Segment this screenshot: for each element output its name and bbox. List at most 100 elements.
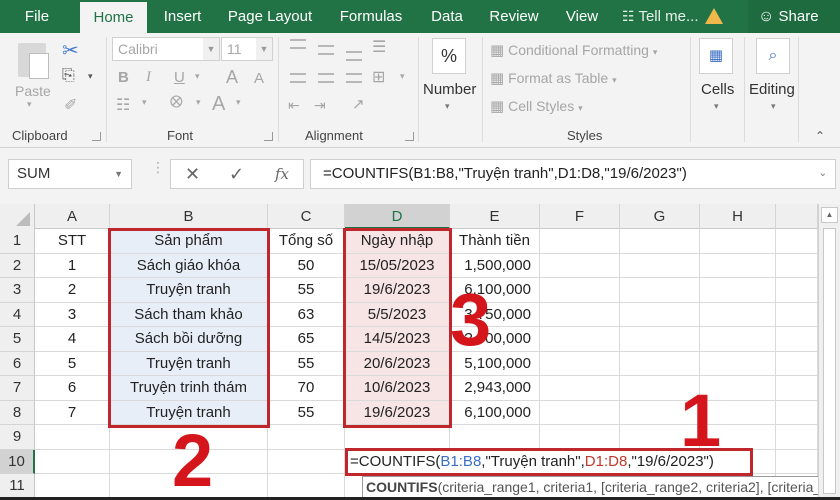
cell-b6[interactable]: Truyện tranh bbox=[110, 351, 268, 376]
cell-c5[interactable]: 65 bbox=[268, 327, 345, 352]
cell-d3[interactable]: 19/6/2023 bbox=[345, 278, 450, 303]
format-as-table-button[interactable]: ▦ Format as Table ▾ bbox=[490, 69, 617, 87]
cell-g4[interactable] bbox=[620, 302, 700, 327]
column-header-a[interactable]: A bbox=[35, 204, 110, 229]
row-header-1[interactable]: 1 bbox=[0, 229, 35, 254]
cell-a8[interactable]: 7 bbox=[35, 400, 110, 425]
cell-c10[interactable] bbox=[268, 449, 345, 474]
share-button[interactable]: ☺ Share bbox=[748, 0, 840, 33]
select-all-button[interactable] bbox=[0, 204, 35, 229]
cell-f4[interactable] bbox=[540, 302, 620, 327]
cells-dropdown-icon[interactable]: ▾ bbox=[714, 101, 719, 112]
cell-c1[interactable]: Tổng số bbox=[268, 229, 345, 254]
cell-b5[interactable]: Sách bồi dưỡng bbox=[110, 327, 268, 352]
chevron-down-icon[interactable]: ▼ bbox=[114, 160, 123, 188]
cell-d7[interactable]: 10/6/2023 bbox=[345, 376, 450, 401]
cell-h3[interactable] bbox=[700, 278, 776, 303]
cell-d4[interactable]: 5/5/2023 bbox=[345, 302, 450, 327]
copy-dropdown-icon[interactable]: ▾ bbox=[88, 71, 93, 82]
increase-indent-icon[interactable]: ⇥ bbox=[314, 97, 326, 114]
vertical-scrollbar[interactable]: ▲ bbox=[818, 204, 840, 500]
cell-g3[interactable] bbox=[620, 278, 700, 303]
tab-page-layout[interactable]: Page Layout bbox=[222, 0, 318, 33]
cell-a5[interactable]: 4 bbox=[35, 327, 110, 352]
warning-icon[interactable] bbox=[705, 8, 723, 24]
cell-f1[interactable] bbox=[540, 229, 620, 254]
row-header-5[interactable]: 5 bbox=[0, 327, 35, 352]
column-header-i[interactable] bbox=[776, 204, 818, 229]
cell-i5[interactable] bbox=[776, 327, 818, 352]
cell-i7[interactable] bbox=[776, 376, 818, 401]
clipboard-launcher-icon[interactable] bbox=[92, 132, 101, 141]
cell-e2[interactable]: 1,500,000 bbox=[450, 253, 540, 278]
editing-dropdown-icon[interactable]: ▾ bbox=[771, 101, 776, 112]
cells-group-button[interactable]: Cells bbox=[701, 81, 734, 98]
underline-button[interactable]: U bbox=[174, 69, 185, 86]
font-color-button[interactable]: A bbox=[212, 93, 225, 116]
editing-cell-d10[interactable]: =COUNTIFS(B1:B8,"Truyện tranh",D1:D8,"19… bbox=[345, 448, 753, 476]
copy-icon[interactable]: ⎘ bbox=[62, 67, 75, 85]
tab-view[interactable]: View bbox=[558, 0, 606, 33]
row-header-11[interactable]: 11 bbox=[0, 474, 35, 499]
cell-h4[interactable] bbox=[700, 302, 776, 327]
cell-b1[interactable]: Sản phẩm bbox=[110, 229, 268, 254]
borders-icon[interactable]: ☷ bbox=[116, 95, 130, 115]
cell-g2[interactable] bbox=[620, 253, 700, 278]
cell-i4[interactable] bbox=[776, 302, 818, 327]
cell-a2[interactable]: 1 bbox=[35, 253, 110, 278]
wrap-text-icon[interactable]: ↗ bbox=[352, 95, 365, 113]
cell-f2[interactable] bbox=[540, 253, 620, 278]
middle-align-icon[interactable] bbox=[318, 45, 334, 55]
cell-i10[interactable] bbox=[776, 449, 818, 474]
cell-b3[interactable]: Truyện tranh bbox=[110, 278, 268, 303]
tooltip-function-name[interactable]: COUNTIFS bbox=[366, 479, 438, 495]
cell-f9[interactable] bbox=[540, 425, 620, 450]
font-color-dropdown-icon[interactable]: ▾ bbox=[236, 97, 241, 108]
row-header-3[interactable]: 3 bbox=[0, 278, 35, 303]
align-right-icon[interactable] bbox=[346, 73, 362, 83]
formula-bar-grip[interactable]: ⋮ bbox=[151, 160, 165, 174]
search-icon[interactable]: ⌕ bbox=[756, 38, 790, 74]
cell-c3[interactable]: 55 bbox=[268, 278, 345, 303]
cell-a6[interactable]: 5 bbox=[35, 351, 110, 376]
cell-f5[interactable] bbox=[540, 327, 620, 352]
tab-review[interactable]: Review bbox=[484, 0, 544, 33]
insert-function-icon[interactable]: fx bbox=[275, 160, 289, 188]
cell-g1[interactable] bbox=[620, 229, 700, 254]
name-box[interactable]: SUM ▼ bbox=[8, 159, 132, 189]
underline-dropdown-icon[interactable]: ▾ bbox=[195, 71, 200, 82]
tab-insert[interactable]: Insert bbox=[155, 0, 210, 33]
cell-b7[interactable]: Truyện trinh thám bbox=[110, 376, 268, 401]
bold-button[interactable]: B bbox=[118, 69, 129, 86]
cell-g5[interactable] bbox=[620, 327, 700, 352]
percent-format-button[interactable]: % bbox=[432, 38, 466, 74]
format-painter-icon[interactable]: ✐ bbox=[64, 95, 77, 115]
top-align-icon[interactable] bbox=[290, 39, 306, 49]
cell-e7[interactable]: 2,943,000 bbox=[450, 376, 540, 401]
column-header-g[interactable]: G bbox=[620, 204, 700, 229]
grow-font-button[interactable]: A bbox=[226, 67, 238, 88]
cell-i1[interactable] bbox=[776, 229, 818, 254]
align-center-icon[interactable] bbox=[318, 73, 334, 83]
cell-e8[interactable]: 6,100,000 bbox=[450, 400, 540, 425]
cell-i3[interactable] bbox=[776, 278, 818, 303]
merge-center-icon[interactable]: ⊞ bbox=[372, 67, 385, 87]
cell-c11[interactable] bbox=[268, 474, 345, 499]
cell-a7[interactable]: 6 bbox=[35, 376, 110, 401]
cell-c2[interactable]: 50 bbox=[268, 253, 345, 278]
row-header-8[interactable]: 8 bbox=[0, 400, 35, 425]
number-dropdown-icon[interactable]: ▾ bbox=[445, 101, 450, 112]
conditional-formatting-button[interactable]: ▦ Conditional Formatting ▾ bbox=[490, 41, 657, 59]
cell-h5[interactable] bbox=[700, 327, 776, 352]
font-name-combo[interactable]: Calibri ▼ bbox=[112, 37, 220, 61]
cell-f8[interactable] bbox=[540, 400, 620, 425]
row-header-9[interactable]: 9 bbox=[0, 425, 35, 450]
column-header-f[interactable]: F bbox=[540, 204, 620, 229]
cell-d5[interactable]: 14/5/2023 bbox=[345, 327, 450, 352]
cell-c4[interactable]: 63 bbox=[268, 302, 345, 327]
decrease-indent-icon[interactable]: ⇤ bbox=[288, 97, 300, 114]
column-header-e[interactable]: E bbox=[450, 204, 540, 229]
scroll-track[interactable] bbox=[823, 228, 836, 494]
cell-i6[interactable] bbox=[776, 351, 818, 376]
paste-button[interactable]: Paste bbox=[15, 83, 51, 99]
